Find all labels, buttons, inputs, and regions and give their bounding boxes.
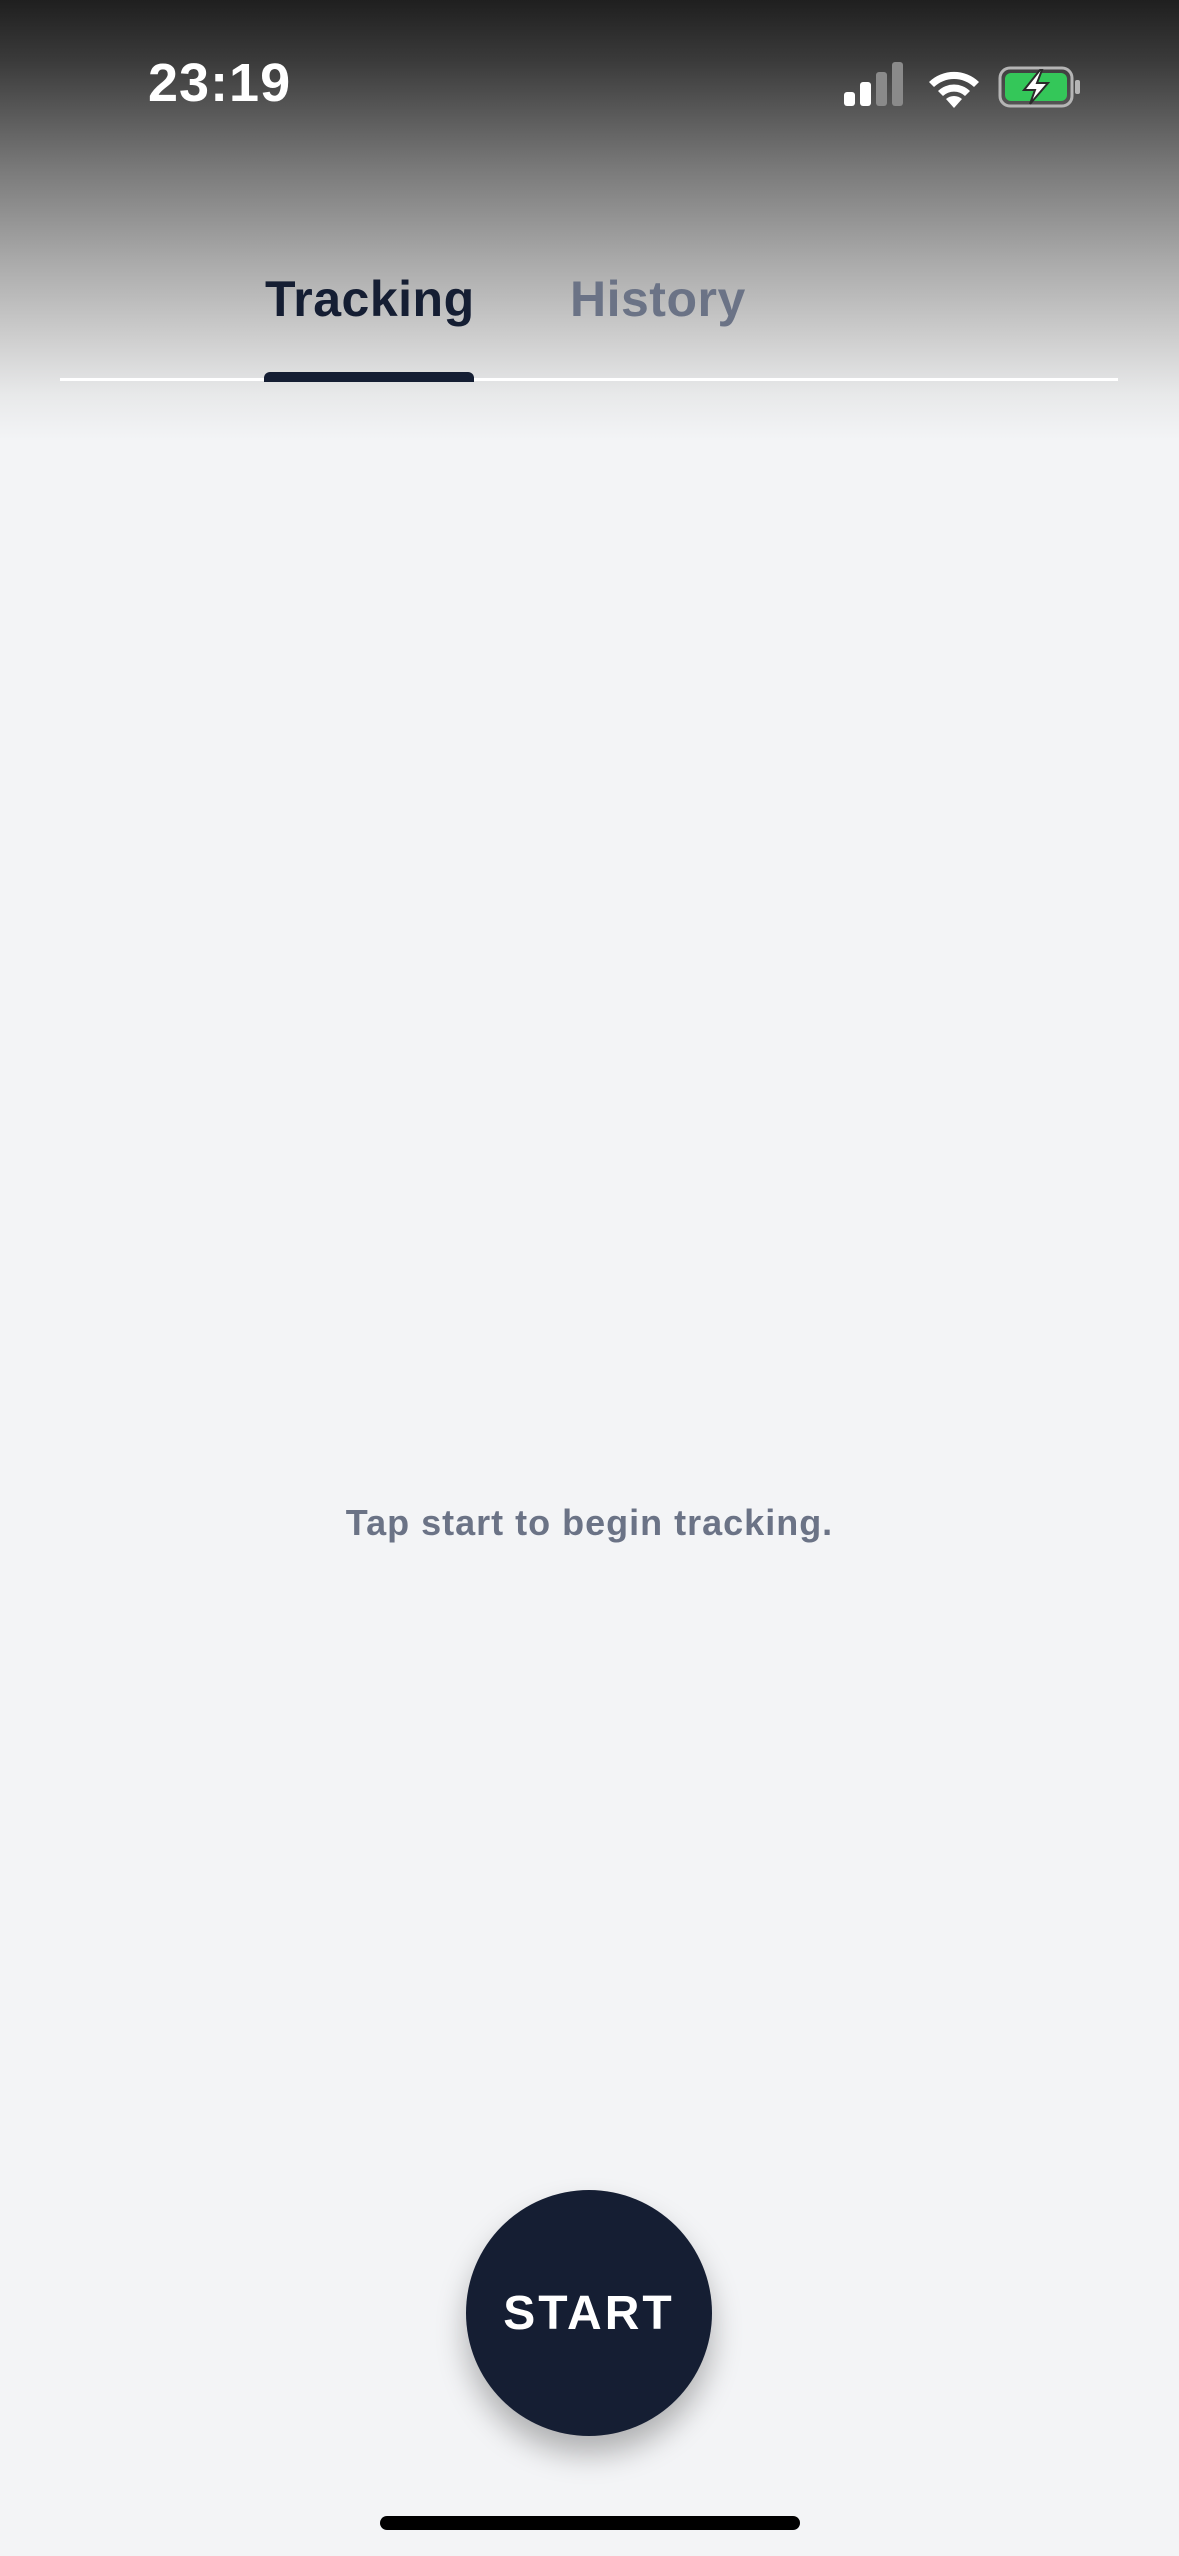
active-tab-indicator (264, 372, 474, 382)
tab-tracking[interactable]: Tracking (265, 270, 475, 328)
battery-charging-icon (998, 66, 1080, 108)
status-time: 23:19 (148, 53, 292, 113)
signal-icon (844, 62, 903, 106)
tab-bar: Tracking History (0, 270, 1179, 380)
home-indicator[interactable] (380, 2516, 800, 2530)
tab-history[interactable]: History (570, 270, 746, 328)
wifi-icon (929, 71, 979, 108)
empty-state-message: Tap start to begin tracking. (345, 1502, 834, 1543)
start-button-label: START (503, 2286, 675, 2340)
start-button[interactable]: START (466, 2190, 712, 2436)
tab-divider (60, 378, 1118, 381)
